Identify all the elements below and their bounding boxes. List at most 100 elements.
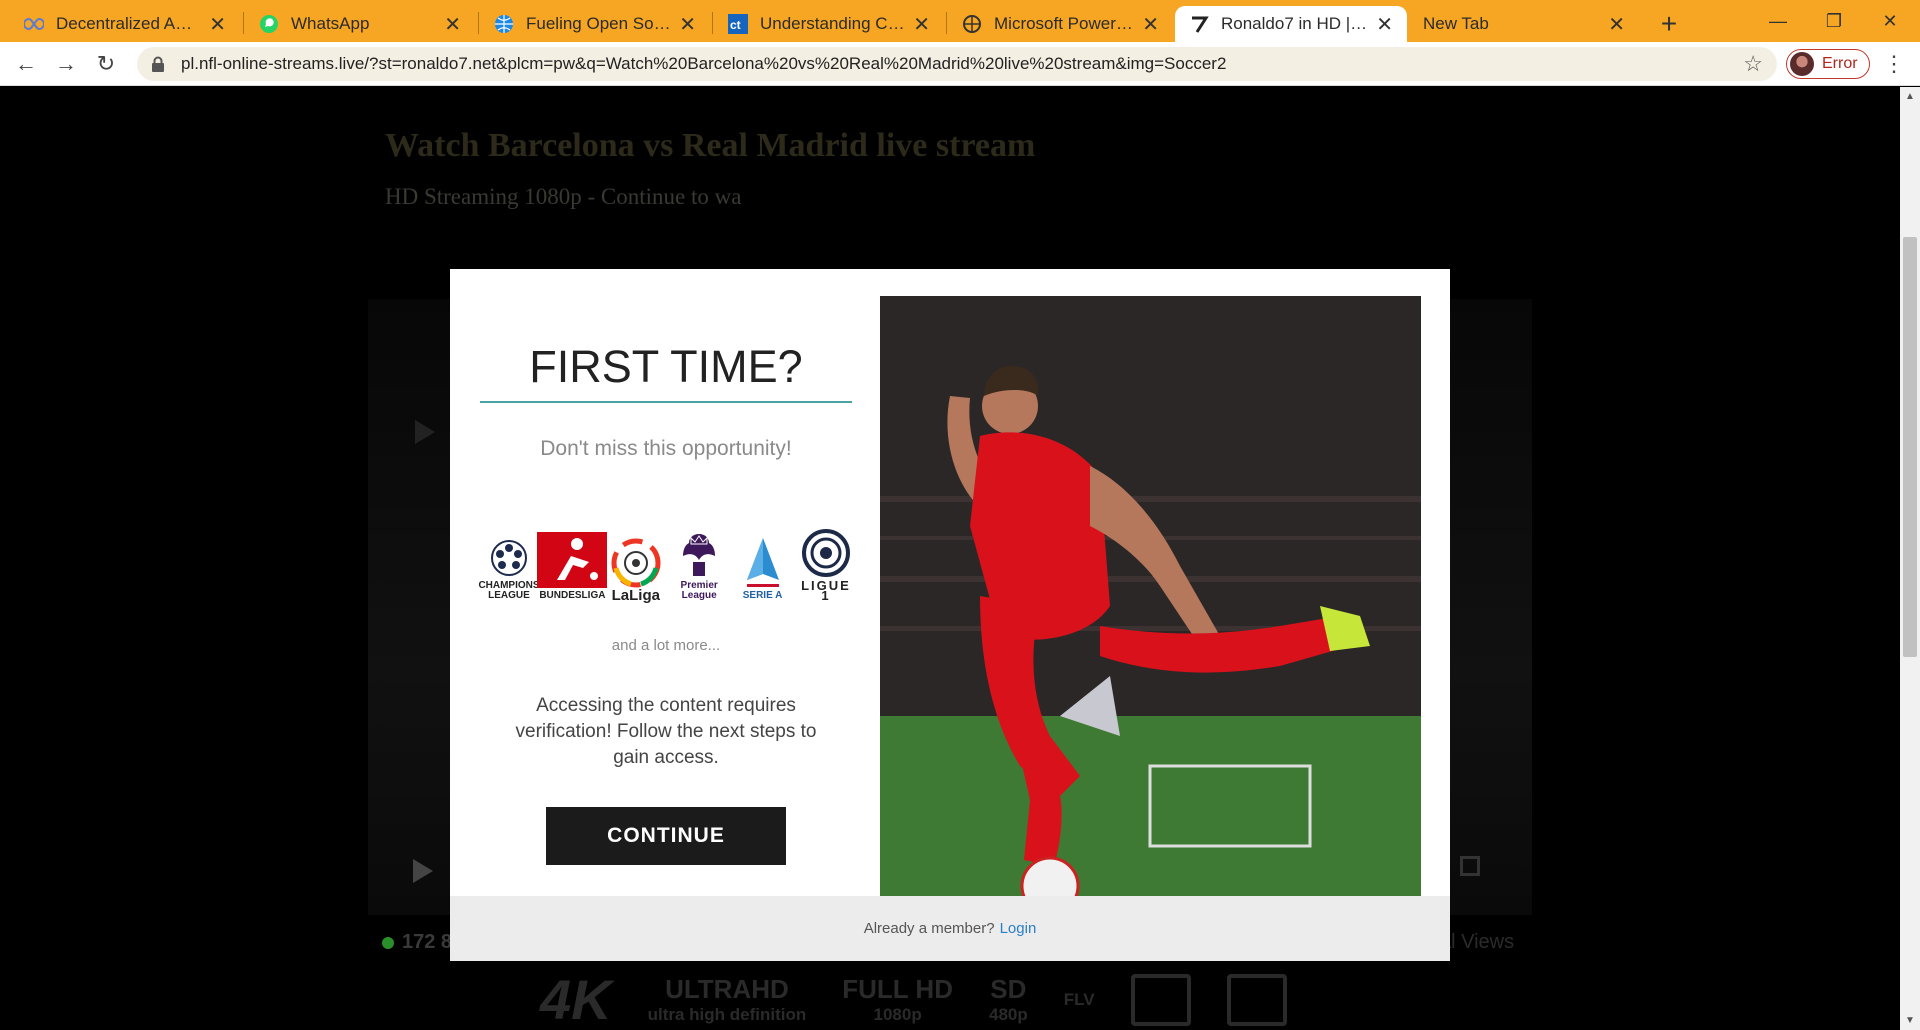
back-icon[interactable]: ← xyxy=(10,48,42,80)
browser-toolbar: ← → ↻ pl.nfl-online-streams.live/?st=ron… xyxy=(0,42,1920,86)
ct-icon: ct xyxy=(728,14,748,34)
league-name: CHAMPIONS LEAGUE xyxy=(478,580,540,601)
quality-4k: 4K xyxy=(540,968,612,1030)
new-tab-button[interactable]: + xyxy=(1651,6,1687,42)
whatsapp-icon xyxy=(259,14,279,34)
page-subtitle: HD Streaming 1080p - Continue to wa xyxy=(385,184,742,209)
member-prompt: Already a member? xyxy=(863,920,995,937)
quality-ultrahd-label: ULTRAHD xyxy=(665,974,789,1004)
tab-title: New Tab xyxy=(1423,14,1489,33)
live-dot-icon xyxy=(382,936,394,949)
league-name: SERIE A xyxy=(742,590,783,601)
tab-title: Fueling Open Source In xyxy=(526,14,671,33)
heading-divider xyxy=(480,401,852,403)
serie-a-logo: SERIE A xyxy=(734,536,792,601)
bundesliga-logo: BUNDESLIGA xyxy=(537,532,608,601)
profile-status: Error xyxy=(1822,55,1858,72)
close-icon[interactable]: ✕ xyxy=(1376,12,1393,37)
restore-icon[interactable]: ❐ xyxy=(1806,0,1862,42)
devices-icon xyxy=(1130,973,1191,1026)
globe-icon xyxy=(962,14,982,34)
login-link[interactable]: Login xyxy=(1000,920,1037,937)
viewer-count-text: 172 8 xyxy=(402,931,453,953)
big-play-icon[interactable] xyxy=(415,420,435,444)
quality-ultrahd: ULTRAHD ultra high definition xyxy=(648,974,807,1025)
tab-title: WhatsApp xyxy=(291,14,370,33)
close-icon[interactable]: ✕ xyxy=(913,12,930,37)
scrollbar[interactable]: ▲ ▼ xyxy=(1900,87,1920,1030)
avatar xyxy=(1790,52,1814,76)
quality-fullhd-sub: 1080p xyxy=(873,1005,922,1024)
league-logos: CHAMPIONS LEAGUE BUNDESLIGA LaLiga Premi… xyxy=(478,525,855,604)
ronaldo7-icon xyxy=(1189,14,1209,34)
laliga-logo: LaLiga xyxy=(607,538,665,604)
lock-icon[interactable] xyxy=(151,56,165,72)
address-bar[interactable]: pl.nfl-online-streams.live/?st=ronaldo7.… xyxy=(137,47,1777,81)
premier-league-logo: Premier League xyxy=(670,532,728,601)
signup-modal: FIRST TIME? Don't miss this opportunity!… xyxy=(450,269,1450,961)
league-name: LaLiga xyxy=(611,587,660,604)
close-icon[interactable]: ✕ xyxy=(444,12,461,37)
league-name: BUNDESLIGA xyxy=(539,590,606,601)
tab-microsoft-powerpoint[interactable]: Microsoft PowerPoint - ✕ xyxy=(948,6,1173,42)
quality-fullhd: FULL HD 1080p xyxy=(842,974,953,1025)
tab-separator xyxy=(712,12,713,34)
infinity-icon xyxy=(24,14,44,34)
continue-button[interactable]: CONTINUE xyxy=(546,807,786,865)
tab-strip: Decentralized Applicati ✕ WhatsApp ✕ Fue… xyxy=(0,0,1920,42)
total-views: al Views xyxy=(1440,931,1515,953)
forward-icon[interactable]: → xyxy=(50,48,82,80)
football-player-image xyxy=(880,296,1421,896)
tab-whatsapp[interactable]: WhatsApp ✕ xyxy=(245,6,475,42)
tab-title: Ronaldo7 in HD | Watc xyxy=(1221,14,1368,33)
modal-tagline: Don't miss this opportunity! xyxy=(540,437,792,460)
scroll-down-icon[interactable]: ▼ xyxy=(1905,1015,1915,1026)
quality-fullhd-label: FULL HD xyxy=(842,974,953,1004)
tab-decentralized-applications[interactable]: Decentralized Applicati ✕ xyxy=(10,6,240,42)
modal-description: Accessing the content requires verificat… xyxy=(515,695,817,768)
tab-ronaldo7[interactable]: Ronaldo7 in HD | Watc ✕ xyxy=(1175,6,1407,42)
minimize-icon[interactable]: — xyxy=(1750,0,1806,42)
league-name: LIGUE 1 xyxy=(801,578,851,603)
champions-league-logo: CHAMPIONS LEAGUE xyxy=(478,538,540,601)
svg-text:ct: ct xyxy=(730,18,741,32)
modal-left-panel: FIRST TIME? Don't miss this opportunity!… xyxy=(450,269,880,896)
close-window-icon[interactable]: ✕ xyxy=(1862,0,1918,42)
bookmark-star-icon[interactable]: ☆ xyxy=(1743,51,1763,77)
menu-icon[interactable]: ⋮ xyxy=(1880,50,1908,78)
tab-understanding-crypto[interactable]: ct Understanding Crypto ✕ xyxy=(714,6,944,42)
close-icon[interactable]: ✕ xyxy=(209,12,226,37)
ligue-1-logo: LIGUE 1 xyxy=(797,528,855,603)
tab-separator xyxy=(478,12,479,34)
modal-heading: FIRST TIME? xyxy=(529,341,803,392)
player-illustration xyxy=(880,296,1421,896)
play-icon[interactable] xyxy=(413,859,433,883)
tab-new-tab[interactable]: New Tab ✕ xyxy=(1409,6,1639,42)
tab-separator xyxy=(243,12,244,34)
profile-button[interactable]: Error xyxy=(1786,49,1870,79)
quality-sd-label: SD xyxy=(990,974,1027,1004)
scroll-up-icon[interactable]: ▲ xyxy=(1905,91,1915,102)
tab-title: Understanding Crypto xyxy=(760,14,905,33)
close-icon[interactable]: ✕ xyxy=(1142,12,1159,37)
viewer-count: 172 8 xyxy=(382,931,452,954)
more-text: and a lot more... xyxy=(611,637,721,654)
quality-ultrahd-sub: ultra high definition xyxy=(647,1005,807,1024)
league-name: Premier League xyxy=(680,580,718,601)
quality-sd-sub: 480p xyxy=(988,1005,1028,1024)
page-title: Watch Barcelona vs Real Madrid live stre… xyxy=(385,127,1036,164)
cast-icon xyxy=(1226,973,1287,1026)
tab-fueling-open-source[interactable]: Fueling Open Source In ✕ xyxy=(480,6,710,42)
modal-footer: Already a member? Login xyxy=(450,896,1450,961)
fullscreen-icon[interactable] xyxy=(1460,856,1480,876)
close-icon[interactable]: ✕ xyxy=(1608,12,1625,37)
url-text[interactable]: pl.nfl-online-streams.live/?st=ronaldo7.… xyxy=(181,54,1729,74)
quality-flv: FLV xyxy=(1064,990,1095,1010)
globe-icon xyxy=(494,14,514,34)
reload-icon[interactable]: ↻ xyxy=(90,48,122,80)
tab-title: Microsoft PowerPoint - xyxy=(994,14,1134,33)
scrollbar-thumb[interactable] xyxy=(1903,237,1917,657)
quality-badges: 4K ULTRAHD ultra high definition FULL HD… xyxy=(540,967,1287,1030)
close-icon[interactable]: ✕ xyxy=(679,12,696,37)
quality-sd: SD 480p xyxy=(989,974,1028,1025)
